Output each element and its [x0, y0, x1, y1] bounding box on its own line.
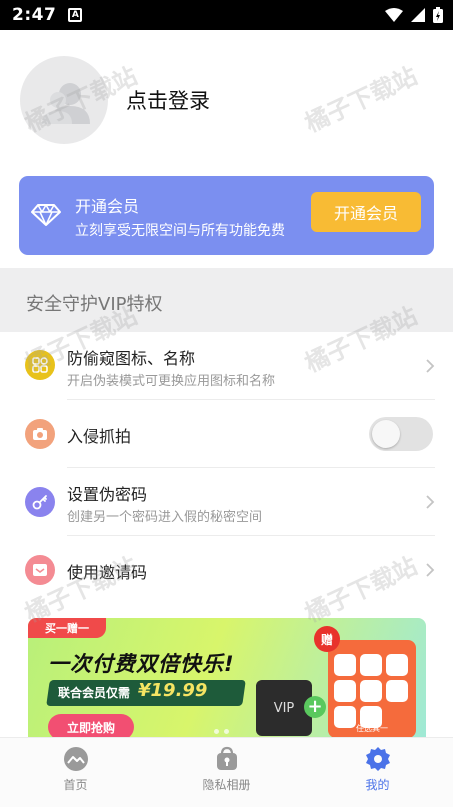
avatar[interactable] [20, 56, 108, 144]
apps-caption: 任选其一 [356, 724, 388, 733]
camera-icon [25, 419, 55, 449]
price-label: 联合会员仅需 [58, 686, 131, 700]
status-bar: 2:47 A [0, 0, 453, 30]
tab-mine[interactable]: 我的 [302, 738, 453, 807]
chevron-right-icon [426, 359, 435, 373]
tab-private-album[interactable]: 隐私相册 [151, 738, 302, 807]
buy-now-button[interactable]: 立即抢购 [48, 714, 134, 737]
gear-icon [365, 747, 390, 771]
app-icon [386, 654, 408, 676]
battery-icon [433, 7, 443, 23]
key-icon [25, 487, 55, 517]
login-link[interactable]: 点击登录 [126, 85, 210, 115]
app-icon [360, 654, 382, 676]
tab-home[interactable]: 首页 [0, 738, 151, 807]
app-icon [334, 654, 356, 676]
section-title: 安全守护VIP特权 [26, 294, 163, 315]
app-grid [334, 654, 410, 728]
vip-card-subtitle: 立刻享受无限空间与所有功能免费 [75, 223, 285, 239]
profile-header[interactable]: 点击登录 [0, 30, 453, 170]
feature-label: 入侵抓拍 [67, 427, 132, 446]
tab-label: 隐私相册 [202, 778, 251, 792]
vip-tile-label: VIP [273, 700, 295, 716]
feature-row-fake-password[interactable]: 设置伪密码 创建另一个密码进入假的秘密空间 [0, 468, 453, 536]
chevron-right-icon [426, 563, 435, 577]
section-header: 安全守护VIP特权 [0, 268, 453, 332]
feature-sub: 开启伪装模式可更换应用图标和名称 [67, 374, 276, 389]
app-icon [386, 680, 408, 702]
diamond-icon [31, 204, 61, 226]
promo-banner[interactable]: 买一赠一 一次付费双倍快乐! 联合会员仅需 ¥19.99 立即抢购 VIP + … [28, 618, 426, 737]
signal-icon [411, 8, 425, 22]
feature-label: 防偷窥图标、名称 [67, 349, 196, 368]
status-time: 2:47 [12, 5, 57, 25]
feature-label: 使用邀请码 [67, 563, 148, 582]
price-value: ¥19.99 [138, 680, 208, 701]
tab-label: 首页 [63, 778, 88, 792]
bottom-tab-bar: 首页 隐私相册 我的 [0, 737, 453, 807]
tab-label: 我的 [365, 778, 390, 792]
wifi-icon [385, 8, 403, 22]
notification-a-icon: A [68, 8, 83, 22]
gift-badge: 赠 [314, 626, 340, 652]
mountain-icon [63, 747, 88, 771]
feature-label: 设置伪密码 [67, 485, 148, 504]
banner-headline: 一次付费双倍快乐! [48, 652, 235, 676]
vip-promo-card[interactable]: 开通会员 立刻享受无限空间与所有功能免费 开通会员 [19, 176, 434, 255]
lock-album-icon [216, 746, 237, 770]
partner-apps-card: 任选其一 [328, 640, 416, 737]
intrusion-toggle[interactable] [369, 417, 433, 451]
app-icon [334, 680, 356, 702]
app-icon [360, 680, 382, 702]
plus-icon: + [304, 696, 326, 718]
toggle-knob [372, 420, 400, 448]
status-right-icons [385, 7, 443, 23]
open-vip-button[interactable]: 开通会员 [311, 192, 421, 232]
feature-sub: 创建另一个密码进入假的秘密空间 [67, 510, 263, 525]
default-user-icon [42, 83, 90, 124]
banner-tag: 买一赠一 [28, 618, 106, 638]
disguise-grid-icon [25, 350, 55, 380]
vip-card-title: 开通会员 [75, 197, 140, 216]
feature-row-invite-code[interactable]: 使用邀请码 [0, 536, 453, 604]
envelope-icon [25, 555, 55, 585]
carousel-dots [214, 729, 229, 734]
feature-row-intrusion[interactable]: 入侵抓拍 [0, 400, 453, 468]
feature-row-disguise[interactable]: 防偷窥图标、名称 开启伪装模式可更换应用图标和名称 [0, 332, 453, 400]
chevron-right-icon [426, 495, 435, 509]
